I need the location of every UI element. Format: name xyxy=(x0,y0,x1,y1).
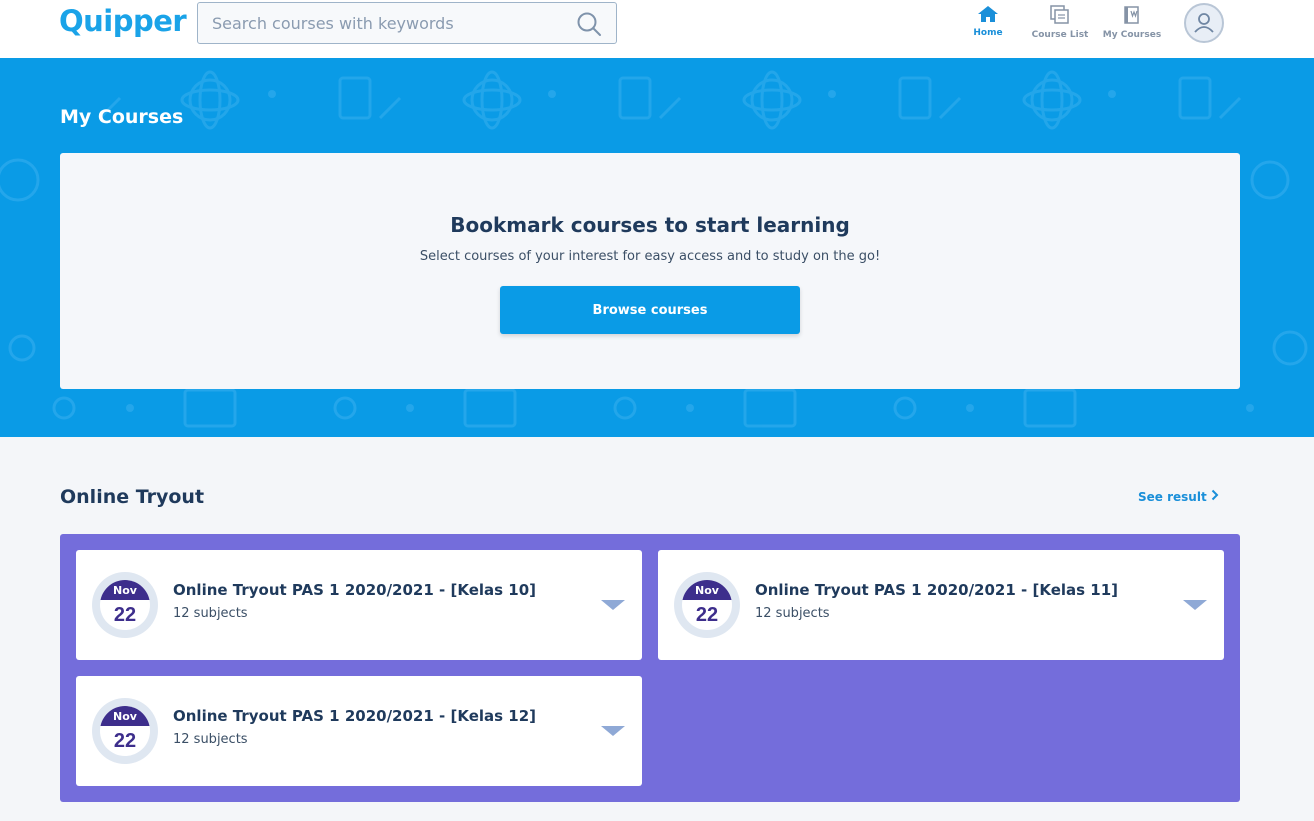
online-tryout-panel: Nov 22 Online Tryout PAS 1 2020/2021 - [… xyxy=(60,534,1240,802)
tryout-card-title: Online Tryout PAS 1 2020/2021 - [Kelas 1… xyxy=(173,581,537,599)
top-header: Quipper Home Course List My Courses xyxy=(0,0,1314,58)
nav-my-courses[interactable]: My Courses xyxy=(1101,4,1163,44)
my-courses-banner: My Courses Bookmark courses to start lea… xyxy=(0,58,1314,437)
chevron-right-icon xyxy=(1211,489,1219,501)
tryout-card-subjects: 12 subjects xyxy=(173,606,248,621)
my-courses-title: My Courses xyxy=(60,106,184,128)
tryout-card-title: Online Tryout PAS 1 2020/2021 - [Kelas 1… xyxy=(173,707,537,725)
chevron-down-icon[interactable] xyxy=(600,724,626,738)
tryout-card[interactable]: Nov 22 Online Tryout PAS 1 2020/2021 - [… xyxy=(76,550,642,660)
date-badge: Nov 22 xyxy=(674,572,740,638)
nav-course-list[interactable]: Course List xyxy=(1030,4,1090,44)
search-icon[interactable] xyxy=(576,11,602,37)
see-result-label: See result xyxy=(1138,490,1207,504)
search-box[interactable] xyxy=(197,2,617,44)
course-list-icon xyxy=(1050,5,1069,24)
date-badge-inner: Nov 22 xyxy=(100,580,150,630)
bookmark-title: Bookmark courses to start learning xyxy=(450,213,850,237)
tryout-card[interactable]: Nov 22 Online Tryout PAS 1 2020/2021 - [… xyxy=(658,550,1224,660)
date-day: 22 xyxy=(695,604,719,626)
avatar[interactable] xyxy=(1184,3,1224,43)
tryout-card-subjects: 12 subjects xyxy=(173,732,248,747)
nav-course-list-label: Course List xyxy=(1031,30,1089,40)
tryout-card-title: Online Tryout PAS 1 2020/2021 - [Kelas 1… xyxy=(755,581,1119,599)
see-result-link[interactable]: See result xyxy=(1138,489,1219,504)
bookmark-empty-state-card: Bookmark courses to start learning Selec… xyxy=(60,153,1240,389)
online-tryout-title: Online Tryout xyxy=(60,486,205,508)
tryout-card-subjects: 12 subjects xyxy=(755,606,830,621)
tryout-card[interactable]: Nov 22 Online Tryout PAS 1 2020/2021 - [… xyxy=(76,676,642,786)
date-day: 22 xyxy=(113,730,137,752)
my-courses-icon xyxy=(1124,6,1139,24)
date-badge: Nov 22 xyxy=(92,572,158,638)
date-day: 22 xyxy=(113,604,137,626)
user-icon xyxy=(1194,13,1214,33)
nav-home-label: Home xyxy=(973,28,1003,38)
chevron-down-icon[interactable] xyxy=(600,598,626,612)
nav-my-courses-label: My Courses xyxy=(1102,30,1162,40)
nav-home[interactable]: Home xyxy=(968,4,1008,44)
date-month: Nov xyxy=(682,580,732,600)
date-month: Nov xyxy=(100,580,150,600)
date-badge-inner: Nov 22 xyxy=(682,580,732,630)
date-badge-inner: Nov 22 xyxy=(100,706,150,756)
search-input[interactable] xyxy=(212,3,562,43)
date-badge: Nov 22 xyxy=(92,698,158,764)
browse-courses-button[interactable]: Browse courses xyxy=(500,286,800,334)
chevron-down-icon[interactable] xyxy=(1182,598,1208,612)
home-icon xyxy=(978,6,998,22)
quipper-logo[interactable]: Quipper xyxy=(59,4,187,38)
bookmark-subtitle: Select courses of your interest for easy… xyxy=(419,249,881,264)
date-month: Nov xyxy=(100,706,150,726)
